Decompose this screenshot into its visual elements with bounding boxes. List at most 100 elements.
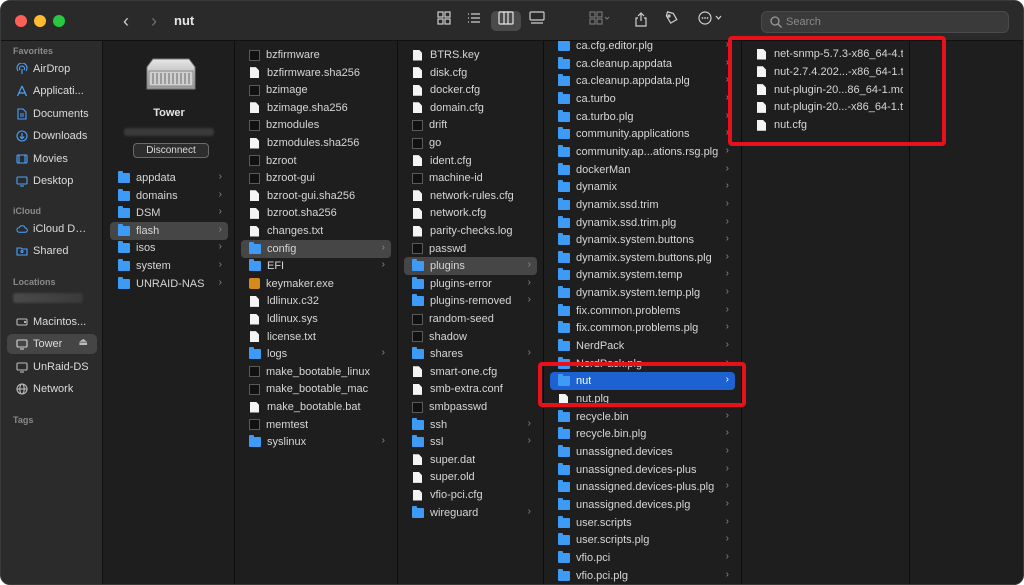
folder-row[interactable]: fix.common.problems › <box>550 302 735 320</box>
file-row[interactable]: make_bootable.bat <box>241 398 391 416</box>
folder-row[interactable]: shares › <box>404 345 537 363</box>
file-row[interactable]: network-rules.cfg <box>404 187 537 205</box>
sidebar-item-icloud-drive[interactable]: iCloud Dri... <box>7 219 97 239</box>
share-icon[interactable] <box>631 11 651 31</box>
folder-row[interactable]: appdata › <box>110 169 228 187</box>
folder-row[interactable]: domains › <box>110 187 228 205</box>
folder-row[interactable]: dynamix.system.buttons.plg › <box>550 249 735 267</box>
file-row[interactable]: bzroot-gui <box>241 169 391 187</box>
file-row[interactable]: go <box>404 134 537 152</box>
file-row[interactable]: domain.cfg <box>404 99 537 117</box>
folder-row[interactable]: ssl › <box>404 433 537 451</box>
folder-row[interactable]: vfio.pci › <box>550 549 735 567</box>
sidebar-item-desktop[interactable]: Desktop <box>7 171 97 191</box>
folder-row[interactable]: ssh › <box>404 416 537 434</box>
folder-row[interactable]: ca.cleanup.appdata.plg › <box>550 72 735 90</box>
folder-row[interactable]: syslinux › <box>241 433 391 451</box>
folder-row[interactable]: plugins-removed › <box>404 292 537 310</box>
forward-button[interactable]: › <box>144 10 164 32</box>
folder-row[interactable]: UNRAID-NAS › <box>110 275 228 293</box>
sidebar-item-applications[interactable]: Applicati... <box>7 81 97 101</box>
file-row[interactable]: bzmodules <box>241 116 391 134</box>
file-row[interactable]: smbpasswd <box>404 398 537 416</box>
file-row[interactable]: make_bootable_linux <box>241 363 391 381</box>
folder-row[interactable]: NerdPack › <box>550 337 735 355</box>
file-row[interactable]: bzfirmware <box>241 46 391 64</box>
file-row[interactable]: make_bootable_mac <box>241 380 391 398</box>
file-row[interactable]: bzmodules.sha256 <box>241 134 391 152</box>
folder-row[interactable]: plugins-error › <box>404 275 537 293</box>
sidebar-item-movies[interactable]: Movies <box>7 149 97 169</box>
folder-row[interactable]: ca.turbo.plg › <box>550 108 735 126</box>
file-row[interactable]: super.dat <box>404 451 537 469</box>
file-row[interactable]: parity-checks.log <box>404 222 537 240</box>
folder-row[interactable]: dynamix.system.buttons › <box>550 231 735 249</box>
folder-row[interactable]: user.scripts › <box>550 514 735 532</box>
file-row[interactable]: smart-one.cfg <box>404 363 537 381</box>
folder-row[interactable]: fix.common.problems.plg › <box>550 319 735 337</box>
minimize-window-button[interactable] <box>34 15 46 27</box>
folder-row[interactable]: dynamix.system.temp.plg › <box>550 284 735 302</box>
folder-row[interactable]: recycle.bin.plg › <box>550 425 735 443</box>
file-row[interactable]: memtest <box>241 416 391 434</box>
folder-row[interactable]: isos › <box>110 239 228 257</box>
sidebar-item-airdrop[interactable]: AirDrop <box>7 59 97 79</box>
file-row[interactable]: ident.cfg <box>404 152 537 170</box>
folder-row[interactable]: dynamix.system.temp › <box>550 266 735 284</box>
folder-row[interactable]: DSM › <box>110 204 228 222</box>
tag-icon[interactable] <box>661 11 681 31</box>
folder-row[interactable]: dynamix.ssd.trim.plg › <box>550 214 735 232</box>
file-row[interactable]: drift <box>404 116 537 134</box>
sidebar-item-downloads[interactable]: Downloads <box>7 126 97 146</box>
folder-row[interactable]: config › <box>241 239 391 258</box>
folder-row[interactable]: wireguard › <box>404 504 537 522</box>
file-row[interactable]: random-seed <box>404 310 537 328</box>
file-row[interactable]: license.txt <box>241 328 391 346</box>
file-row[interactable]: machine-id <box>404 169 537 187</box>
gallery-view-icon[interactable] <box>525 11 549 31</box>
folder-row[interactable]: dynamix › <box>550 178 735 196</box>
zoom-window-button[interactable] <box>53 15 65 27</box>
file-row[interactable]: vfio-pci.cfg <box>404 486 537 504</box>
folder-row[interactable]: plugins › <box>404 257 537 276</box>
icon-view-icon[interactable] <box>433 11 455 31</box>
back-button[interactable]: ‹ <box>116 10 136 32</box>
folder-row[interactable]: logs › <box>241 345 391 363</box>
folder-row[interactable]: user.scripts.plg › <box>550 531 735 549</box>
folder-row[interactable]: ca.cfg.editor.plg › <box>550 41 735 55</box>
folder-row[interactable]: vfio.pci.plg › <box>550 567 735 585</box>
file-row[interactable]: bzroot <box>241 152 391 170</box>
file-row[interactable]: shadow <box>404 328 537 346</box>
sidebar-item-network[interactable]: Network <box>7 379 97 399</box>
file-row[interactable]: bzimage <box>241 81 391 99</box>
sidebar-item-macintosh-hd[interactable]: Macintos... <box>7 312 97 332</box>
folder-row[interactable]: community.applications › <box>550 125 735 143</box>
folder-row[interactable]: unassigned.devices › <box>550 443 735 461</box>
file-row[interactable]: super.old <box>404 468 537 486</box>
folder-row[interactable]: ca.cleanup.appdata › <box>550 55 735 73</box>
sidebar-item-documents[interactable]: Documents <box>7 104 97 124</box>
file-row[interactable]: bzfirmware.sha256 <box>241 64 391 82</box>
folder-row[interactable]: system › <box>110 257 228 275</box>
close-window-button[interactable] <box>15 15 27 27</box>
folder-row[interactable]: community.ap...ations.rsg.plg › <box>550 143 735 161</box>
folder-row[interactable]: unassigned.devices-plus.plg › <box>550 478 735 496</box>
file-row[interactable]: network.cfg <box>404 204 537 222</box>
disconnect-button[interactable]: Disconnect <box>133 143 209 158</box>
folder-row[interactable]: recycle.bin › <box>550 408 735 426</box>
file-row[interactable]: keymaker.exe <box>241 275 391 293</box>
file-row[interactable]: bzroot.sha256 <box>241 204 391 222</box>
sidebar-item-shared[interactable]: Shared <box>7 241 97 261</box>
folder-row[interactable]: EFI › <box>241 257 391 275</box>
file-row[interactable]: ldlinux.c32 <box>241 292 391 310</box>
column-view-icon[interactable] <box>491 11 521 31</box>
file-row[interactable]: bzimage.sha256 <box>241 99 391 117</box>
group-by-icon[interactable] <box>585 11 615 31</box>
file-row[interactable]: changes.txt <box>241 222 391 240</box>
file-row[interactable]: disk.cfg <box>404 64 537 82</box>
sidebar-item-unraid-ds[interactable]: UnRaid-DS <box>7 357 97 377</box>
folder-row[interactable]: dynamix.ssd.trim › <box>550 196 735 214</box>
file-row[interactable]: smb-extra.conf <box>404 380 537 398</box>
folder-row[interactable]: unassigned.devices.plg › <box>550 496 735 514</box>
file-row[interactable]: BTRS.key <box>404 46 537 64</box>
